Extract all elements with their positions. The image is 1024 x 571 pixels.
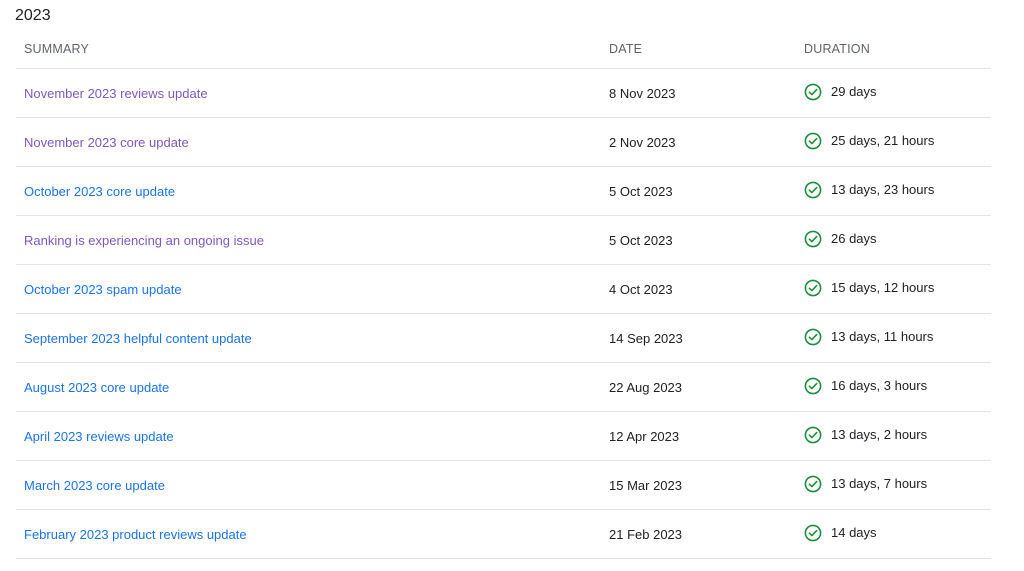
- duration-cell: 16 days, 3 hours: [796, 362, 991, 412]
- duration-cell: 13 days, 7 hours: [796, 460, 991, 510]
- summary-cell: March 2023 core update: [16, 460, 601, 510]
- check-circle-icon: [804, 83, 822, 101]
- duration-text: 13 days, 7 hours: [831, 476, 928, 491]
- summary-cell: November 2023 core update: [16, 117, 601, 167]
- duration-text: 29 days: [831, 84, 877, 99]
- duration-cell: 13 days, 11 hours: [796, 313, 991, 363]
- check-circle-icon: [804, 132, 822, 150]
- date-cell: 8 Nov 2023: [601, 68, 796, 118]
- duration-cell: 29 days: [796, 68, 991, 118]
- table-row: Ranking is experiencing an ongoing issue…: [16, 215, 991, 265]
- duration-value: 14 days: [804, 524, 877, 542]
- incident-summary-link[interactable]: October 2023 core update: [24, 184, 175, 199]
- incident-summary-link[interactable]: November 2023 core update: [24, 135, 189, 150]
- table-row: April 2023 reviews update 12 Apr 2023 13…: [16, 411, 991, 461]
- duration-cell: 15 days, 12 hours: [796, 264, 991, 314]
- duration-text: 15 days, 12 hours: [831, 280, 935, 295]
- duration-column-header: DURATION: [796, 30, 991, 69]
- duration-value: 26 days: [804, 230, 877, 248]
- summary-cell: April 2023 reviews update: [16, 411, 601, 461]
- date-cell: 22 Aug 2023: [601, 362, 796, 412]
- duration-value: 29 days: [804, 83, 877, 101]
- incidents-table: SUMMARY DATE DURATION November 2023 revi…: [16, 30, 991, 559]
- date-cell: 14 Sep 2023: [601, 313, 796, 363]
- date-cell: 21 Feb 2023: [601, 509, 796, 559]
- summary-cell: August 2023 core update: [16, 362, 601, 412]
- summary-cell: September 2023 helpful content update: [16, 313, 601, 363]
- table-row: August 2023 core update 22 Aug 2023 16 d…: [16, 362, 991, 412]
- date-cell: 5 Oct 2023: [601, 215, 796, 265]
- date-cell: 4 Oct 2023: [601, 264, 796, 314]
- duration-value: 15 days, 12 hours: [804, 279, 934, 297]
- table-row: October 2023 core update 5 Oct 2023 13 d…: [16, 166, 991, 216]
- check-circle-icon: [804, 181, 822, 199]
- duration-value: 13 days, 23 hours: [804, 181, 934, 199]
- duration-text: 13 days, 23 hours: [831, 182, 935, 197]
- check-circle-icon: [804, 475, 822, 493]
- duration-text: 14 days: [831, 525, 877, 540]
- summary-cell: Ranking is experiencing an ongoing issue: [16, 215, 601, 265]
- date-cell: 15 Mar 2023: [601, 460, 796, 510]
- incident-summary-link[interactable]: October 2023 spam update: [24, 282, 182, 297]
- date-column-header: DATE: [601, 30, 796, 69]
- check-circle-icon: [804, 377, 822, 395]
- incident-history-section: 2023 SUMMARY DATE DURATION November 2023…: [0, 0, 1024, 571]
- check-circle-icon: [804, 328, 822, 346]
- duration-value: 13 days, 7 hours: [804, 475, 927, 493]
- duration-text: 13 days, 2 hours: [831, 427, 928, 442]
- check-circle-icon: [804, 426, 822, 444]
- duration-cell: 13 days, 2 hours: [796, 411, 991, 461]
- table-row: September 2023 helpful content update 14…: [16, 313, 991, 363]
- incident-summary-link[interactable]: Ranking is experiencing an ongoing issue: [24, 233, 264, 248]
- check-circle-icon: [804, 279, 822, 297]
- incident-summary-link[interactable]: February 2023 product reviews update: [24, 527, 247, 542]
- incident-summary-link[interactable]: April 2023 reviews update: [24, 429, 174, 444]
- check-circle-icon: [804, 230, 822, 248]
- date-cell: 2 Nov 2023: [601, 117, 796, 167]
- date-cell: 12 Apr 2023: [601, 411, 796, 461]
- incident-summary-link[interactable]: August 2023 core update: [24, 380, 169, 395]
- table-header: SUMMARY DATE DURATION: [16, 30, 991, 69]
- incident-summary-link[interactable]: March 2023 core update: [24, 478, 165, 493]
- table-body: November 2023 reviews update 8 Nov 2023 …: [16, 68, 991, 559]
- summary-cell: October 2023 core update: [16, 166, 601, 216]
- duration-value: 13 days, 11 hours: [804, 328, 933, 346]
- summary-column-header: SUMMARY: [16, 30, 601, 69]
- date-cell: 5 Oct 2023: [601, 166, 796, 216]
- duration-cell: 13 days, 23 hours: [796, 166, 991, 216]
- table-row: February 2023 product reviews update 21 …: [16, 509, 991, 559]
- check-circle-icon: [804, 524, 822, 542]
- table-row: October 2023 spam update 4 Oct 2023 15 d…: [16, 264, 991, 314]
- duration-text: 26 days: [831, 231, 877, 246]
- table-row: November 2023 core update 2 Nov 2023 25 …: [16, 117, 991, 167]
- year-heading: 2023: [15, 7, 51, 24]
- duration-value: 16 days, 3 hours: [804, 377, 927, 395]
- header-row: SUMMARY DATE DURATION: [16, 30, 991, 69]
- duration-cell: 14 days: [796, 509, 991, 559]
- incident-summary-link[interactable]: November 2023 reviews update: [24, 86, 208, 101]
- duration-text: 13 days, 11 hours: [831, 329, 934, 344]
- duration-cell: 26 days: [796, 215, 991, 265]
- incident-summary-link[interactable]: September 2023 helpful content update: [24, 331, 252, 346]
- summary-cell: November 2023 reviews update: [16, 68, 601, 118]
- table-row: November 2023 reviews update 8 Nov 2023 …: [16, 68, 991, 118]
- duration-text: 25 days, 21 hours: [831, 133, 935, 148]
- summary-cell: October 2023 spam update: [16, 264, 601, 314]
- summary-cell: February 2023 product reviews update: [16, 509, 601, 559]
- duration-text: 16 days, 3 hours: [831, 378, 928, 393]
- duration-cell: 25 days, 21 hours: [796, 117, 991, 167]
- duration-value: 13 days, 2 hours: [804, 426, 927, 444]
- table-row: March 2023 core update 15 Mar 2023 13 da…: [16, 460, 991, 510]
- duration-value: 25 days, 21 hours: [804, 132, 934, 150]
